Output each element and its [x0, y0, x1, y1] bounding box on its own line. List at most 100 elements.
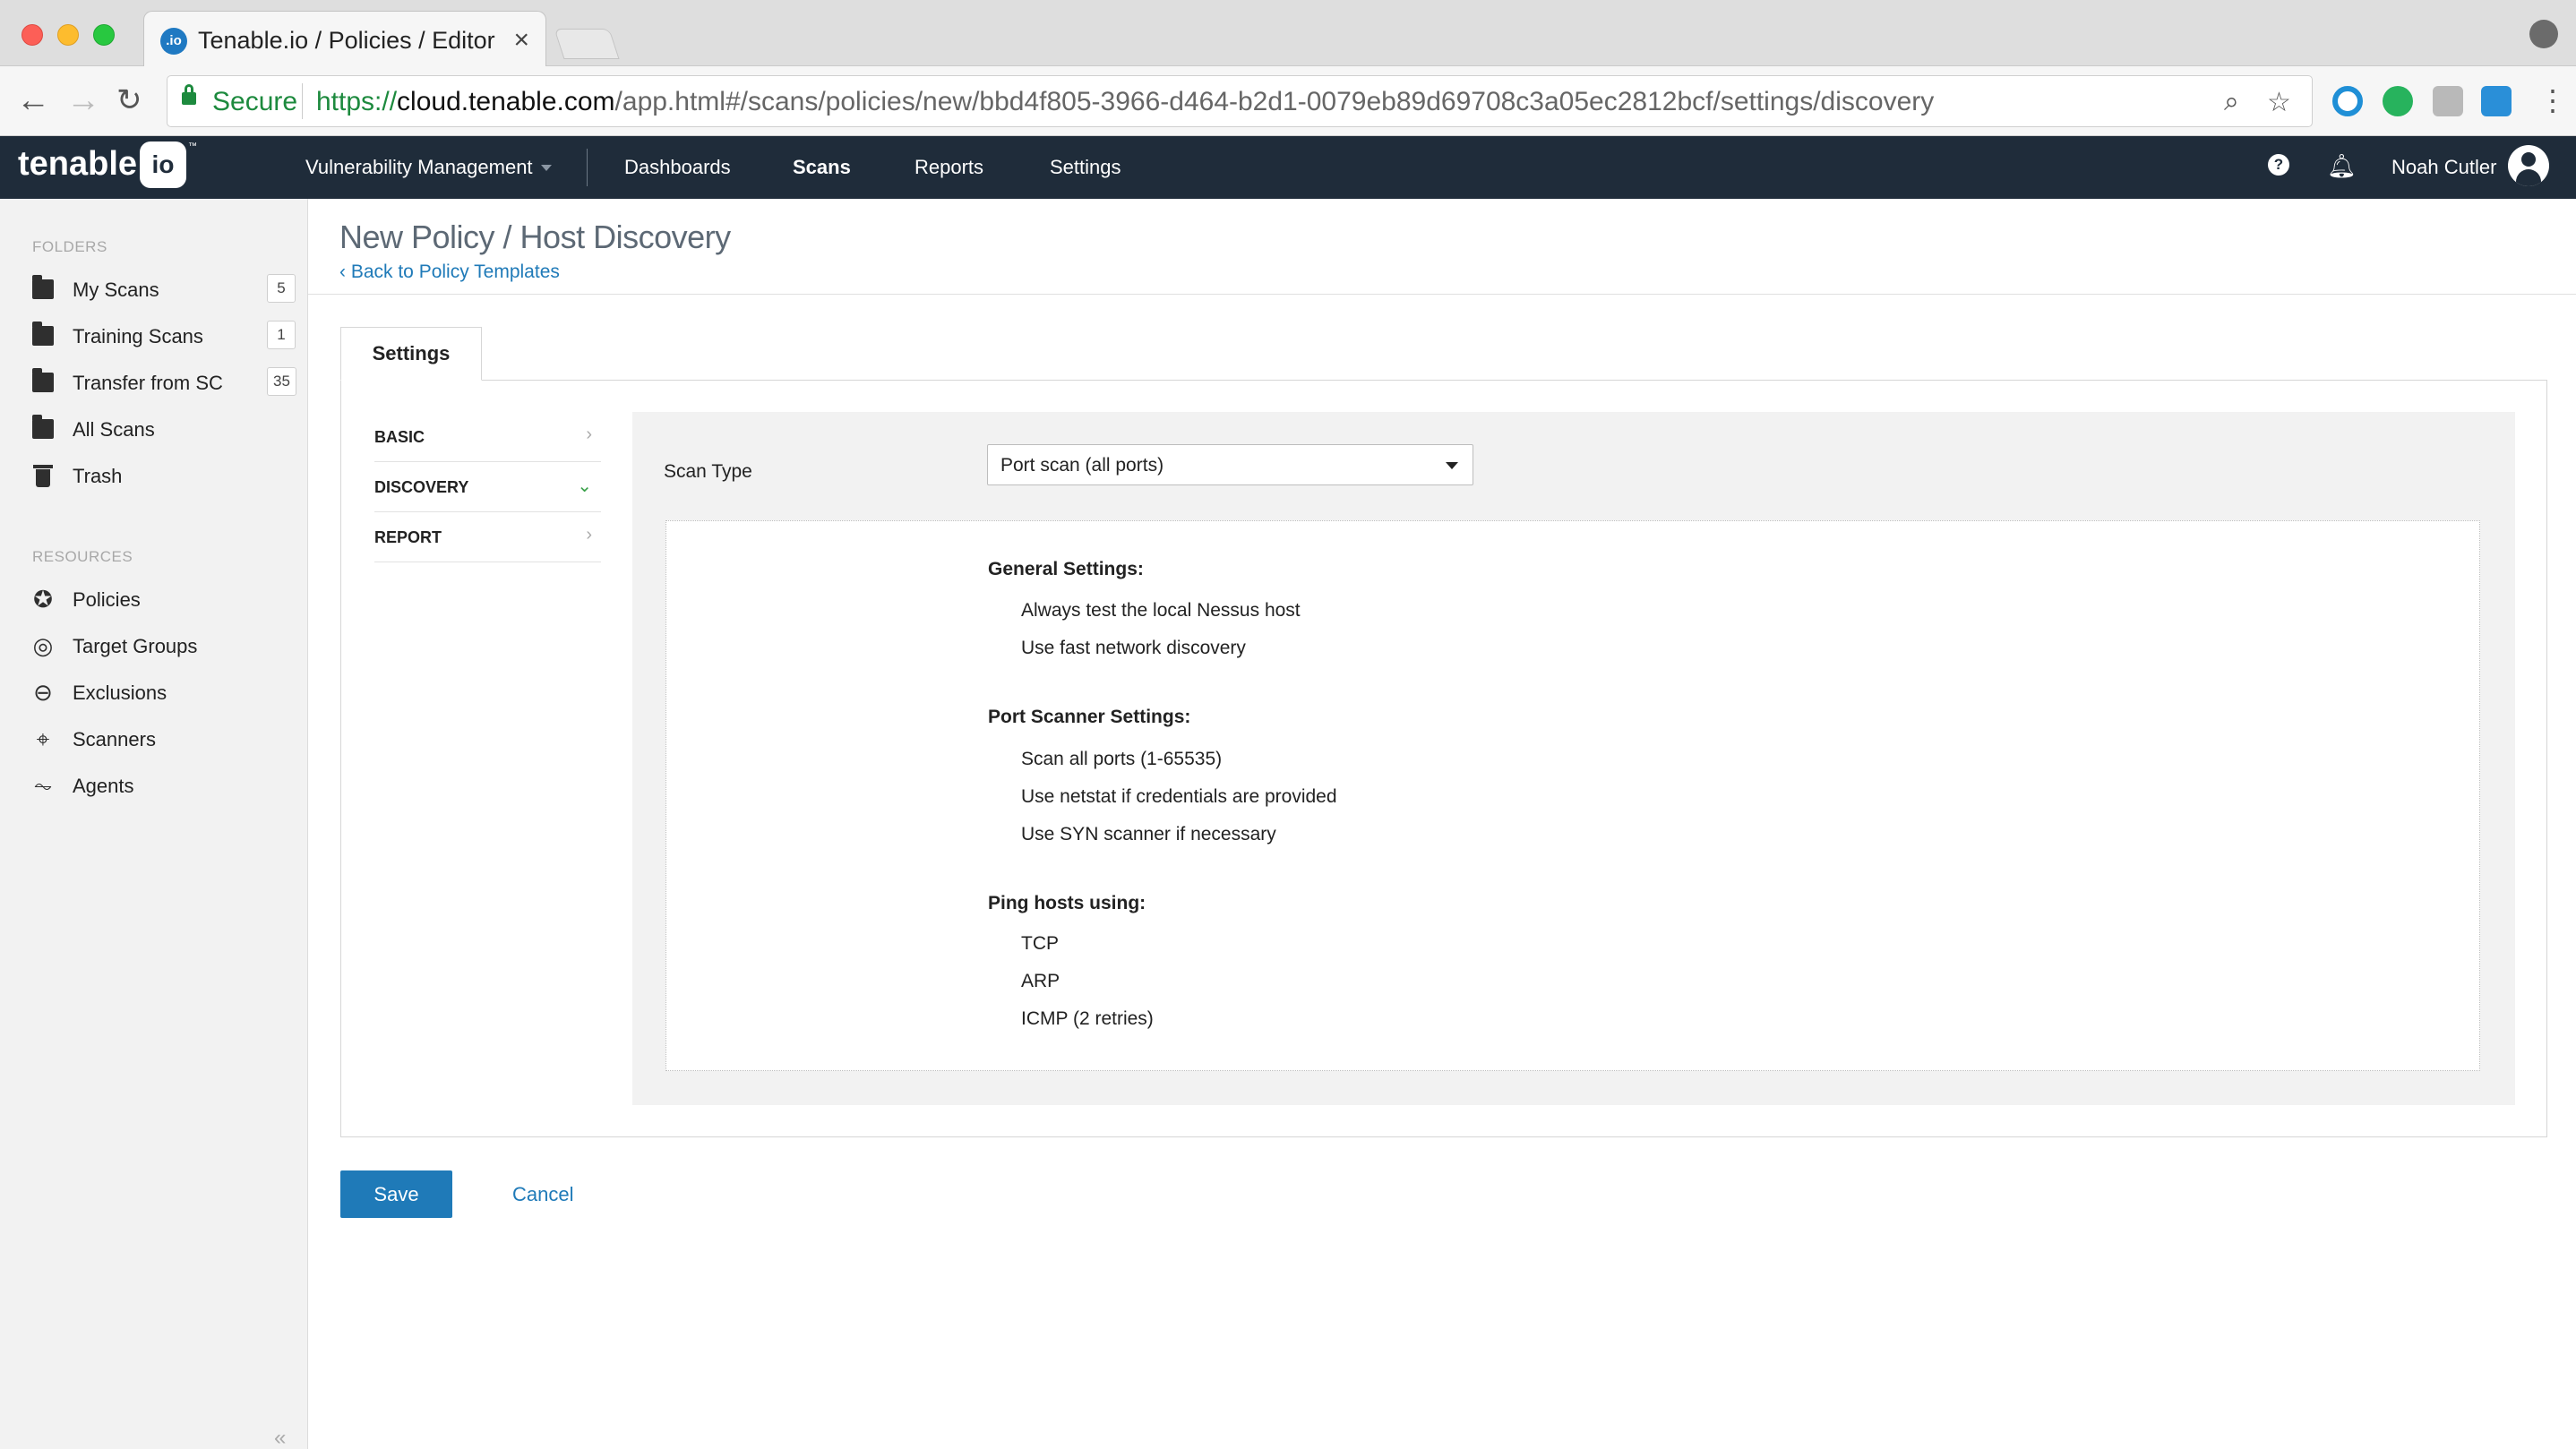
sidebar-item-policies[interactable]: ✪ Policies — [0, 577, 308, 622]
subnav-discovery[interactable]: DISCOVERY ⌄ — [374, 462, 601, 512]
back-to-templates-link[interactable]: ‹ Back to Policy Templates — [339, 262, 560, 283]
ping-hosts-heading: Ping hosts using: — [988, 893, 1146, 913]
sidebar-item-training-scans[interactable]: Training Scans 1 — [0, 313, 308, 358]
maximize-window-button[interactable] — [93, 24, 115, 46]
browser-toolbar: ← → ↻ Secure https://cloud.tenable.com/a… — [0, 66, 2576, 136]
tab-title: Tenable.io / Policies / Editor — [198, 27, 495, 54]
browser-tabstrip: .io Tenable.io / Policies / Editor × — [0, 0, 2576, 67]
reload-icon[interactable]: ↻ — [116, 82, 142, 118]
extension-ring-icon[interactable] — [2332, 86, 2363, 116]
address-bar[interactable]: Secure https://cloud.tenable.com/app.htm… — [167, 75, 2313, 127]
summary-item: Use SYN scanner if necessary — [1021, 824, 1276, 845]
sidebar-item-label: Trash — [73, 465, 123, 487]
folder-icon — [32, 415, 54, 439]
sidebar-item-agents[interactable]: ⏦ Agents — [0, 763, 308, 808]
folder-icon — [32, 275, 54, 299]
close-tab-icon[interactable]: × — [513, 25, 529, 56]
summary-item: ICMP (2 retries) — [1021, 1008, 1154, 1029]
sidebar-item-label: All Scans — [73, 418, 155, 441]
back-link-label: Back to Policy Templates — [350, 262, 560, 282]
nav-dashboards[interactable]: Dashboards — [624, 156, 731, 179]
user-name[interactable]: Noah Cutler — [2391, 156, 2496, 179]
nav-reports[interactable]: Reports — [914, 156, 983, 179]
browser-profile-icon[interactable] — [2529, 20, 2558, 48]
secure-label: Secure — [212, 87, 298, 116]
nav-settings[interactable]: Settings — [1050, 156, 1121, 179]
sidebar-item-exclusions[interactable]: ⊖ Exclusions — [0, 670, 308, 715]
minimize-window-button[interactable] — [57, 24, 79, 46]
help-icon[interactable]: ? — [2268, 154, 2289, 176]
sidebar-item-my-scans[interactable]: My Scans 5 — [0, 267, 308, 312]
lock-icon — [182, 84, 196, 105]
sidebar-item-label: Exclusions — [73, 682, 167, 704]
zoom-search-icon[interactable]: ⌕ — [2224, 87, 2239, 117]
scan-type-value: Port scan (all ports) — [1000, 455, 1164, 476]
sidebar-item-all-scans[interactable]: All Scans — [0, 407, 308, 451]
save-button[interactable]: Save — [340, 1170, 452, 1218]
sidebar-item-transfer-from-sc[interactable]: Transfer from SC 35 — [0, 360, 308, 405]
target-icon: ◎ — [32, 632, 54, 659]
sidebar-item-label: Policies — [73, 588, 141, 611]
summary-item: Use fast network discovery — [1021, 638, 1246, 658]
chevron-right-icon: › — [586, 525, 592, 544]
app-top-nav: tenable io ™ Vulnerability Management Da… — [0, 136, 2576, 199]
sidebar-item-trash[interactable]: Trash — [0, 453, 308, 498]
summary-item: TCP — [1021, 933, 1059, 954]
summary-item: ARP — [1021, 971, 1060, 991]
port-scanner-heading: Port Scanner Settings: — [988, 707, 1191, 727]
sidebar: FOLDERS My Scans 5 Training Scans 1 Tran… — [0, 199, 308, 1449]
close-window-button[interactable] — [21, 24, 43, 46]
url-host: cloud.tenable.com — [397, 87, 615, 116]
subnav-report[interactable]: REPORT › — [374, 512, 601, 562]
browser-tab[interactable]: .io Tenable.io / Policies / Editor × — [143, 11, 546, 67]
resources-heading: RESOURCES — [32, 548, 133, 565]
minus-circle-icon: ⊖ — [33, 679, 53, 706]
extension-green-icon[interactable] — [2383, 86, 2413, 116]
sidebar-item-label: Scanners — [73, 728, 156, 750]
forward-arrow-icon[interactable]: → — [66, 82, 100, 118]
count-badge: 5 — [267, 274, 296, 303]
tenable-logo[interactable]: tenable — [18, 145, 137, 184]
chevron-down-icon[interactable] — [541, 165, 552, 171]
scan-type-select[interactable]: Port scan (all ports) — [987, 444, 1473, 485]
summary-item: Always test the local Nessus host — [1021, 600, 1301, 621]
notification-bell-icon[interactable]: 🔔︎ — [2327, 152, 2357, 180]
browser-menu-icon[interactable]: ⋮ — [2538, 82, 2567, 118]
chevron-down-icon: ⌄ — [577, 476, 592, 496]
tenable-favicon-icon: .io — [160, 28, 187, 55]
subnav-basic[interactable]: BASIC › — [374, 412, 601, 462]
sidebar-item-target-groups[interactable]: ◎ Target Groups — [0, 623, 308, 668]
count-badge: 1 — [267, 321, 296, 349]
trash-icon — [32, 465, 54, 487]
subnav-label: DISCOVERY — [374, 478, 469, 496]
scan-type-label: Scan Type — [664, 461, 752, 482]
tenable-logo-io: io — [140, 141, 186, 188]
collapse-sidebar-icon[interactable]: « — [274, 1426, 286, 1449]
nav-scans[interactable]: Scans — [793, 156, 851, 179]
shield-star-icon: ✪ — [33, 586, 53, 613]
pulse-icon: ⏦ — [33, 772, 53, 799]
back-arrow-icon[interactable]: ← — [16, 82, 50, 118]
radar-icon: ⌖ — [36, 725, 50, 752]
sidebar-item-label: My Scans — [73, 279, 159, 301]
chevron-right-icon: › — [586, 424, 592, 444]
product-switcher[interactable]: Vulnerability Management — [305, 156, 533, 179]
tab-settings[interactable]: Settings — [340, 327, 482, 381]
url-scheme: https:// — [316, 87, 398, 116]
sidebar-item-scanners[interactable]: ⌖ Scanners — [0, 716, 308, 761]
sidebar-item-label: Agents — [73, 775, 134, 797]
user-avatar-icon[interactable] — [2508, 145, 2549, 186]
url-text[interactable]: https://cloud.tenable.com/app.html#/scan… — [316, 87, 1934, 117]
count-badge: 35 — [267, 367, 296, 396]
cancel-link[interactable]: Cancel — [512, 1183, 573, 1206]
discovery-summary — [665, 520, 2480, 1071]
folder-icon — [32, 322, 54, 346]
chevron-left-icon: ‹ — [339, 262, 351, 282]
extension-gray-icon[interactable] — [2433, 86, 2463, 116]
folder-icon — [32, 368, 54, 392]
new-tab-button[interactable] — [554, 29, 620, 59]
extension-blue-s-icon[interactable] — [2481, 86, 2512, 116]
subnav-label: REPORT — [374, 528, 442, 546]
bookmark-star-icon[interactable]: ☆ — [2267, 87, 2291, 118]
folders-heading: FOLDERS — [32, 238, 107, 255]
